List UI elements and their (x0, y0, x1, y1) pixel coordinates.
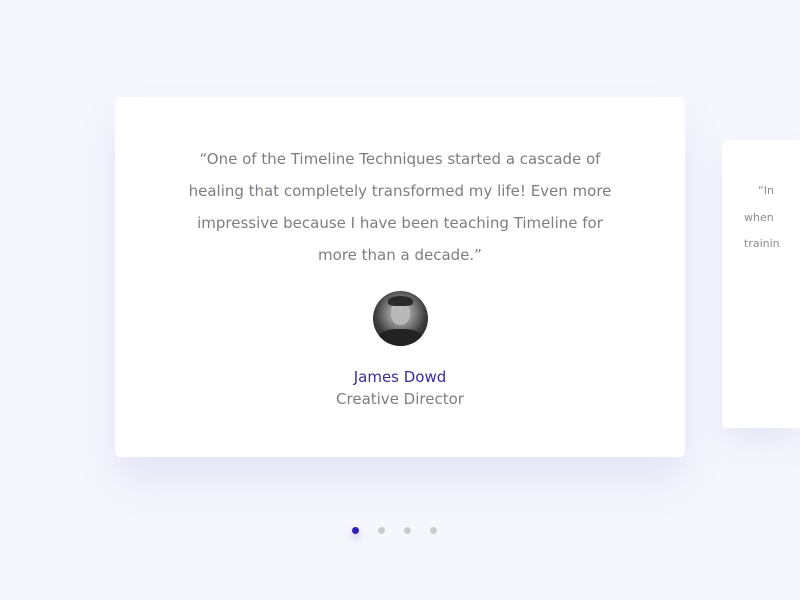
pagination-dot-1[interactable] (352, 527, 359, 534)
pagination-dot-2[interactable] (378, 527, 385, 534)
next-testimonial-card[interactable]: “In when trainin (722, 140, 800, 428)
next-testimonial-quote: “In when trainin (744, 178, 798, 258)
pagination-dots (352, 527, 437, 534)
avatar (372, 291, 428, 346)
quote-line: trainin (744, 237, 780, 250)
pagination-dot-4[interactable] (430, 527, 437, 534)
quote-line: “In (758, 184, 774, 197)
quote-line: when (744, 210, 774, 224)
author-name: James Dowd (353, 368, 447, 386)
testimonial-card: “One of the Timeline Techniques started … (115, 97, 685, 457)
author-role: Creative Director (336, 390, 464, 408)
pagination-dot-3[interactable] (404, 527, 411, 534)
testimonial-quote: “One of the Timeline Techniques started … (188, 150, 612, 264)
